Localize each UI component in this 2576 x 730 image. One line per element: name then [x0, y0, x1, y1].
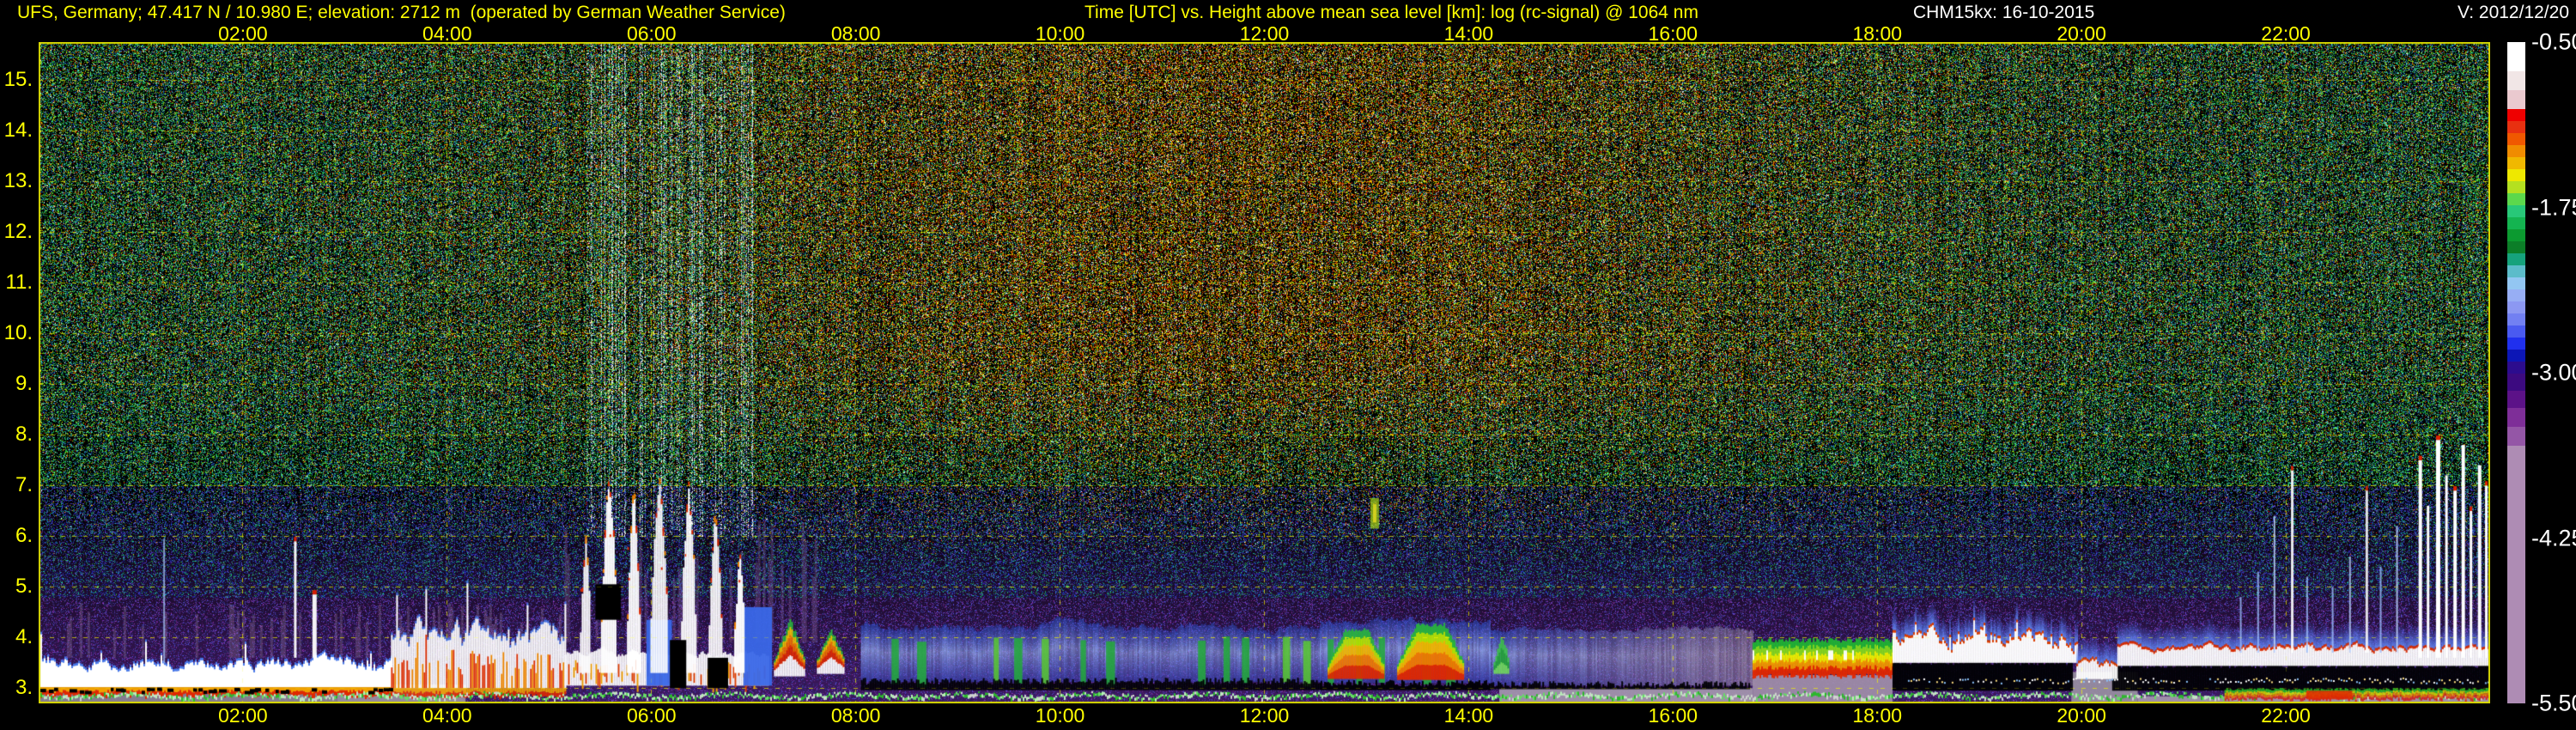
colorbar-segment	[2507, 301, 2525, 313]
colorbar-segment	[2507, 362, 2525, 374]
x-tick-label-bottom: 12:00	[1239, 704, 1290, 727]
station-info: UFS, Germany; 47.417 N / 10.980 E; eleva…	[17, 3, 786, 22]
colorbar	[2507, 42, 2525, 703]
x-tick-label-bottom: 04:00	[422, 704, 472, 727]
x-tick-label-bottom: 18:00	[1852, 704, 1903, 727]
colorbar-segment	[2507, 391, 2525, 408]
y-tick-label: 9.	[15, 372, 33, 396]
y-tick-label: 15.	[3, 68, 33, 92]
x-tick-label-bottom: 14:00	[1443, 704, 1494, 727]
x-tick-label-top: 10:00	[1035, 22, 1085, 45]
colorbar-segment	[2507, 42, 2525, 71]
software-version: V: 2012/12/20	[2458, 3, 2569, 22]
plot-title: Time [UTC] vs. Height above mean sea lev…	[1084, 3, 1698, 22]
x-tick-label-top: 08:00	[830, 22, 881, 45]
ceilometer-quicklook: UFS, Germany; 47.417 N / 10.980 E; eleva…	[0, 0, 2576, 730]
colorbar-segment	[2507, 446, 2525, 703]
instrument-date: CHM15kx: 16-10-2015	[1913, 3, 2095, 22]
colorbar-segment	[2507, 350, 2525, 362]
x-tick-label-bottom: 02:00	[218, 704, 268, 727]
colorbar-segment	[2507, 205, 2525, 217]
x-tick-label-top: 20:00	[2057, 22, 2106, 45]
colorbar-tick-label: -5.50	[2531, 690, 2576, 716]
x-tick-label-top: 04:00	[422, 22, 472, 45]
colorbar-segment	[2507, 277, 2525, 289]
x-tick-label-bottom: 06:00	[626, 704, 677, 727]
colorbar-segment	[2507, 325, 2525, 338]
x-tick-label-top: 14:00	[1443, 22, 1494, 45]
colorbar-segment	[2507, 427, 2525, 446]
x-tick-label-top: 16:00	[1648, 22, 1698, 45]
colorbar-segment	[2507, 90, 2525, 109]
colorbar-segment	[2507, 253, 2525, 265]
x-tick-label-top: 06:00	[626, 22, 677, 45]
colorbar-segment	[2507, 229, 2525, 241]
y-tick-label: 3.	[15, 676, 33, 700]
colorbar-segment	[2507, 408, 2525, 427]
backscatter-heatmap	[39, 42, 2490, 703]
colorbar-segment	[2507, 289, 2525, 301]
colorbar-segment	[2507, 169, 2525, 181]
y-tick-label: 14.	[3, 119, 33, 143]
colorbar-segment	[2507, 374, 2525, 391]
x-tick-label-bottom: 10:00	[1035, 704, 1085, 727]
x-tick-label-bottom: 08:00	[830, 704, 881, 727]
x-tick-label-bottom: 20:00	[2057, 704, 2106, 727]
y-tick-label: 11.	[5, 271, 33, 295]
y-tick-label: 13.	[3, 169, 33, 193]
x-tick-label-top: 12:00	[1239, 22, 1290, 45]
colorbar-segment	[2507, 133, 2525, 145]
colorbar-segment	[2507, 157, 2525, 169]
colorbar-tick-label: -0.50	[2531, 28, 2576, 55]
y-tick-label: 8.	[15, 423, 33, 447]
y-tick-label: 5.	[15, 575, 33, 599]
x-tick-label-top: 22:00	[2261, 22, 2311, 45]
colorbar-tick-label: -4.25	[2531, 525, 2576, 551]
y-tick-label: 12.	[3, 220, 33, 244]
colorbar-segment	[2507, 109, 2525, 121]
y-tick-label: 4.	[15, 625, 33, 649]
x-tick-label-top: 02:00	[218, 22, 268, 45]
colorbar-segment	[2507, 241, 2525, 253]
colorbar-segment	[2507, 181, 2525, 193]
colorbar-segment	[2507, 71, 2525, 90]
colorbar-segment	[2507, 265, 2525, 277]
y-tick-label: 7.	[15, 473, 33, 497]
colorbar-tick-label: -1.75	[2531, 194, 2576, 220]
y-tick-label: 10.	[3, 321, 33, 345]
colorbar-segment	[2507, 193, 2525, 205]
x-tick-label-bottom: 22:00	[2261, 704, 2311, 727]
colorbar-segment	[2507, 217, 2525, 229]
x-tick-label-top: 18:00	[1852, 22, 1903, 45]
colorbar-segment	[2507, 338, 2525, 350]
y-tick-label: 6.	[15, 524, 33, 548]
colorbar-tick-label: -3.00	[2531, 359, 2576, 386]
colorbar-segment	[2507, 121, 2525, 133]
colorbar-segment	[2507, 145, 2525, 157]
colorbar-segment	[2507, 313, 2525, 325]
x-tick-label-bottom: 16:00	[1648, 704, 1698, 727]
